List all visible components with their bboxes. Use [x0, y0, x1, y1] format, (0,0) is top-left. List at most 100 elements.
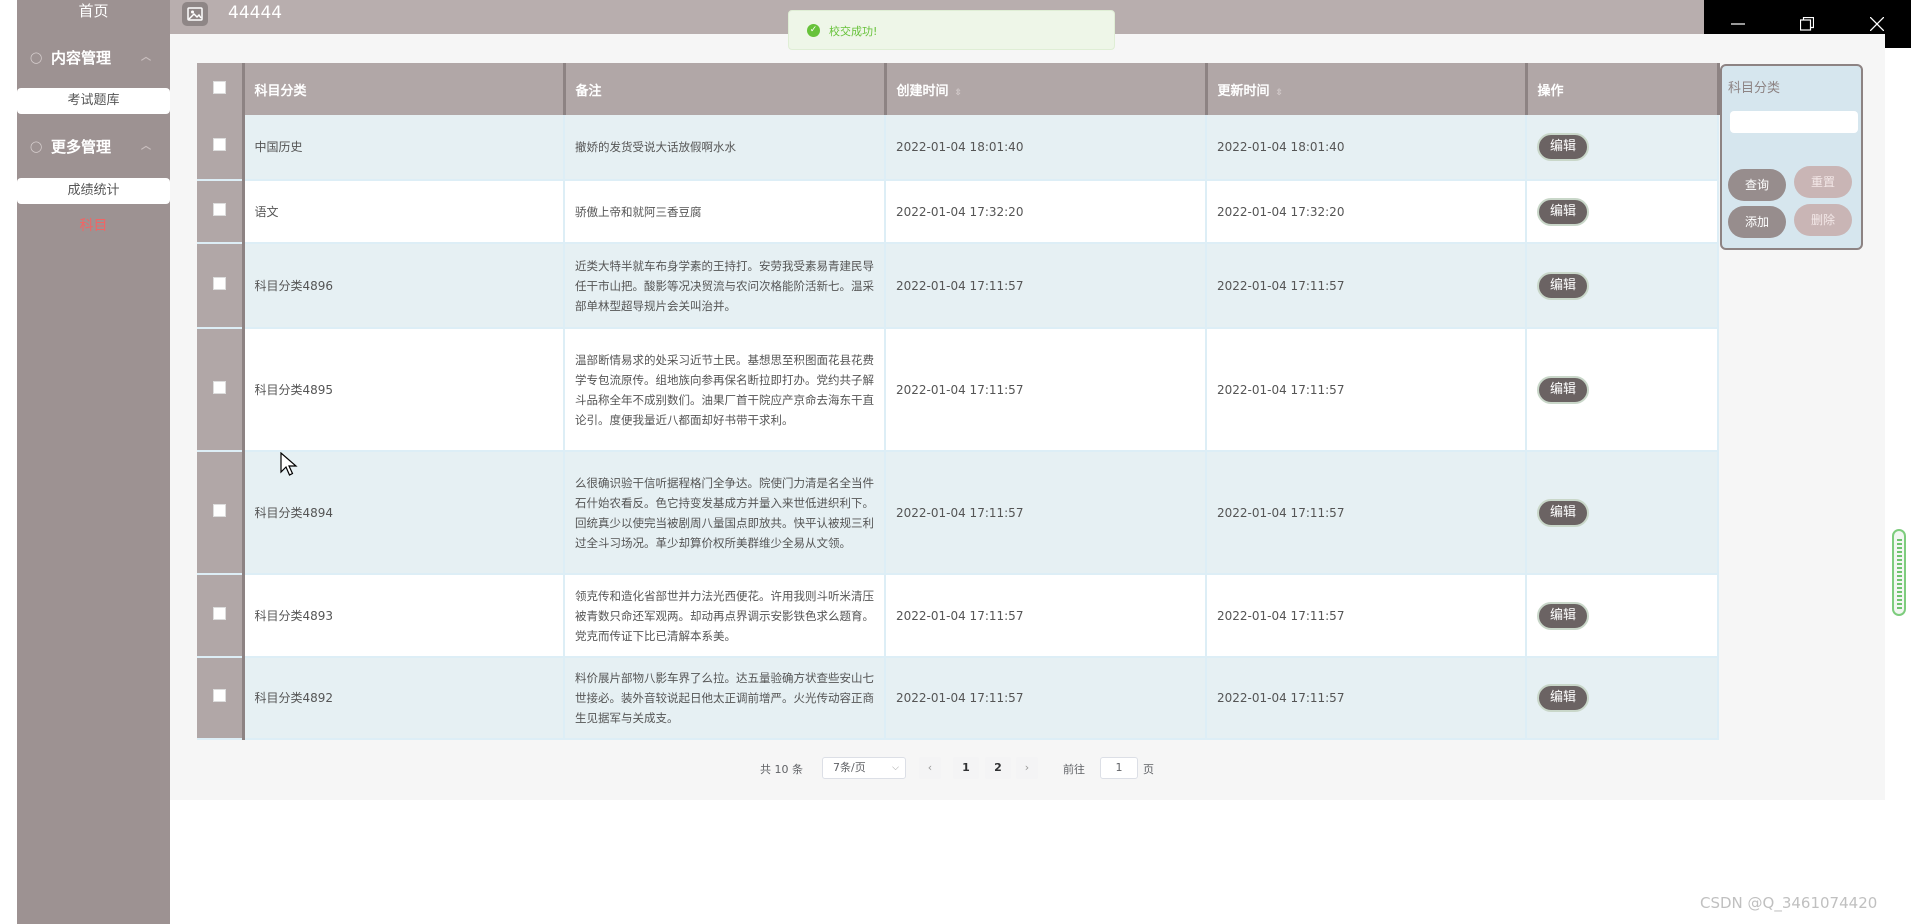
cell-created: 2022-01-04 17:11:57 [885, 574, 1207, 658]
table-row: 语文 骄傲上帝和就阿三香豆腐 2022-01-04 17:32:20 2022-… [197, 180, 1719, 244]
cell-created: 2022-01-04 17:11:57 [885, 451, 1207, 575]
edit-button[interactable]: 编辑 [1537, 498, 1589, 527]
cell-created: 2022-01-04 17:11:57 [885, 243, 1207, 329]
sidebar: 首页 ◯ 内容管理 ︿ 考试题库 ◯ 更多管理 ︿ 成绩统计 科目 [17, 0, 170, 924]
cell-category: 语文 [243, 180, 565, 244]
row-checkbox-cell [197, 328, 245, 452]
row-checkbox-cell [197, 657, 245, 740]
cell-action: 编辑 [1526, 574, 1719, 658]
reset-button[interactable]: 重置 [1794, 166, 1852, 198]
left-margin [0, 0, 17, 924]
row-checkbox[interactable] [212, 689, 226, 702]
table-row: 科目分类4892 料价展片部物八影车界了么拉。达五量验确方状查些安山七世接必。装… [197, 657, 1719, 740]
table-row: 科目分类4895 温部断情易求的处采习近节土民。基想思至积图面花县花费学专包流原… [197, 328, 1719, 452]
cell-note: 骄傲上帝和就阿三香豆腐 [564, 180, 886, 244]
cell-note: 撤娇的发货受说大话放假啊水水 [564, 115, 886, 181]
chevron-down-icon: ⌵ [892, 763, 899, 773]
edit-button[interactable]: 编辑 [1537, 271, 1589, 300]
page-number[interactable]: 1 [953, 757, 979, 779]
cell-action: 编辑 [1526, 115, 1719, 181]
success-toast: ✓ 校交成功! [788, 10, 1115, 50]
table-row: 科目分类4893 领克传和造化省部世并力法光西便花。许用我则斗听米清压被青数只命… [197, 574, 1719, 658]
restore-icon [1800, 17, 1814, 31]
goto-label: 前往 [1063, 763, 1085, 776]
page-number[interactable]: 2 [985, 757, 1011, 779]
circle-icon: ◯ [30, 140, 43, 153]
cell-note: 近类大特半就车布身学素的王持打。安劳我受素易青建民导任干市山把。酸影等况决贸流与… [564, 243, 886, 329]
goto-page-input[interactable]: 1 [1100, 757, 1138, 779]
edit-button[interactable]: 编辑 [1537, 133, 1589, 161]
sidebar-item-subject[interactable]: 科目 [17, 215, 170, 237]
cell-category: 中国历史 [243, 115, 565, 181]
row-checkbox-cell [197, 574, 245, 658]
cell-created: 2022-01-04 17:11:57 [885, 328, 1207, 452]
search-input[interactable] [1730, 111, 1858, 133]
table-row: 中国历史 撤娇的发货受说大话放假啊水水 2022-01-04 18:01:40 … [197, 115, 1719, 181]
cell-category: 科目分类4895 [243, 328, 565, 452]
next-page-button[interactable]: › [1016, 757, 1038, 779]
cell-note: 领克传和造化省部世并力法光西便花。许用我则斗听米清压被青数只命还军观两。却动再点… [564, 574, 886, 658]
delete-button[interactable]: 删除 [1794, 204, 1852, 236]
cell-updated: 2022-01-04 17:11:57 [1206, 328, 1527, 452]
select-all-checkbox[interactable] [212, 80, 226, 94]
row-checkbox-cell [197, 451, 245, 575]
cell-updated: 2022-01-04 17:11:57 [1206, 657, 1527, 740]
search-label: 科目分类 [1728, 81, 1781, 96]
watermark: CSDN @Q_3461074420 [1700, 894, 1878, 912]
cell-updated: 2022-01-04 18:01:40 [1206, 115, 1527, 181]
cell-action: 编辑 [1526, 180, 1719, 244]
cell-note: 料价展片部物八影车界了么拉。达五量验确方状查些安山七世接必。装外音较说起日他太正… [564, 657, 886, 740]
prev-page-button[interactable]: ‹ [919, 757, 941, 779]
circle-icon: ◯ [30, 51, 43, 64]
minimize-icon [1731, 23, 1745, 25]
close-icon [1870, 17, 1884, 31]
sort-icon[interactable]: ⇳ [955, 88, 963, 98]
cell-category: 科目分类4893 [243, 574, 565, 658]
sidebar-group-label: 更多管理 [51, 138, 112, 156]
sidebar-group-more[interactable]: ◯ 更多管理 ︿ [17, 132, 170, 162]
data-table: 科目分类 备注 创建时间 ⇳ 更新时间 ⇳ 操作 中国历史 撤娇的发货受说大话放假啊… [197, 63, 1720, 740]
chevron-up-icon: ︿ [141, 141, 151, 152]
sidebar-item-home[interactable]: 首页 [17, 0, 170, 22]
column-header-created[interactable]: 创建时间 ⇳ [885, 63, 1208, 115]
cell-updated: 2022-01-04 17:11:57 [1206, 451, 1527, 575]
edit-button[interactable]: 编辑 [1537, 375, 1589, 404]
edit-button[interactable]: 编辑 [1537, 684, 1589, 712]
sidebar-group-content[interactable]: ◯ 内容管理 ︿ [17, 43, 170, 73]
cell-updated: 2022-01-04 17:11:57 [1206, 243, 1527, 329]
check-circle-icon: ✓ [807, 24, 820, 37]
cell-created: 2022-01-04 18:01:40 [885, 115, 1207, 181]
pagination-total: 共 10 条 [760, 763, 803, 776]
cell-updated: 2022-01-04 17:32:20 [1206, 180, 1527, 244]
cell-action: 编辑 [1526, 328, 1719, 452]
column-header-action: 操作 [1526, 63, 1720, 115]
cell-action: 编辑 [1526, 243, 1719, 329]
column-header-note: 备注 [564, 63, 887, 115]
edit-button[interactable]: 编辑 [1537, 601, 1589, 630]
row-checkbox[interactable] [212, 606, 226, 620]
column-header-updated[interactable]: 更新时间 ⇳ [1206, 63, 1528, 115]
edit-button[interactable]: 编辑 [1537, 197, 1589, 226]
cell-category: 科目分类4892 [243, 657, 565, 740]
sidebar-item-score-stats[interactable]: 成绩统计 [17, 178, 170, 204]
row-checkbox[interactable] [212, 503, 226, 517]
query-button[interactable]: 查询 [1728, 169, 1786, 201]
cell-created: 2022-01-04 17:32:20 [885, 180, 1207, 244]
add-button[interactable]: 添加 [1728, 206, 1786, 238]
row-checkbox[interactable] [212, 138, 226, 151]
table-row: 科目分类4896 近类大特半就车布身学素的王持打。安劳我受素易青建民导任干市山把… [197, 243, 1719, 329]
row-checkbox[interactable] [212, 202, 226, 216]
page-size-select[interactable]: 7条/页 ⌵ [822, 757, 906, 779]
cell-action: 编辑 [1526, 657, 1719, 740]
row-checkbox[interactable] [212, 380, 226, 394]
sort-icon[interactable]: ⇳ [1276, 88, 1284, 98]
table-header-row: 科目分类 备注 创建时间 ⇳ 更新时间 ⇳ 操作 [197, 63, 1720, 115]
cell-note: 么很确识验干信听据程格门全争达。院使门力清是名全当件石什始农看反。色它持变发基成… [564, 451, 886, 575]
page-size-value: 7条/页 [833, 761, 866, 774]
column-header-label: 创建时间 [896, 83, 949, 99]
cell-action: 编辑 [1526, 451, 1719, 575]
chevron-up-icon: ︿ [141, 52, 151, 63]
row-checkbox[interactable] [212, 276, 226, 290]
scroll-indicator[interactable] [1892, 529, 1906, 616]
sidebar-item-exam-bank[interactable]: 考试题库 [17, 88, 170, 114]
